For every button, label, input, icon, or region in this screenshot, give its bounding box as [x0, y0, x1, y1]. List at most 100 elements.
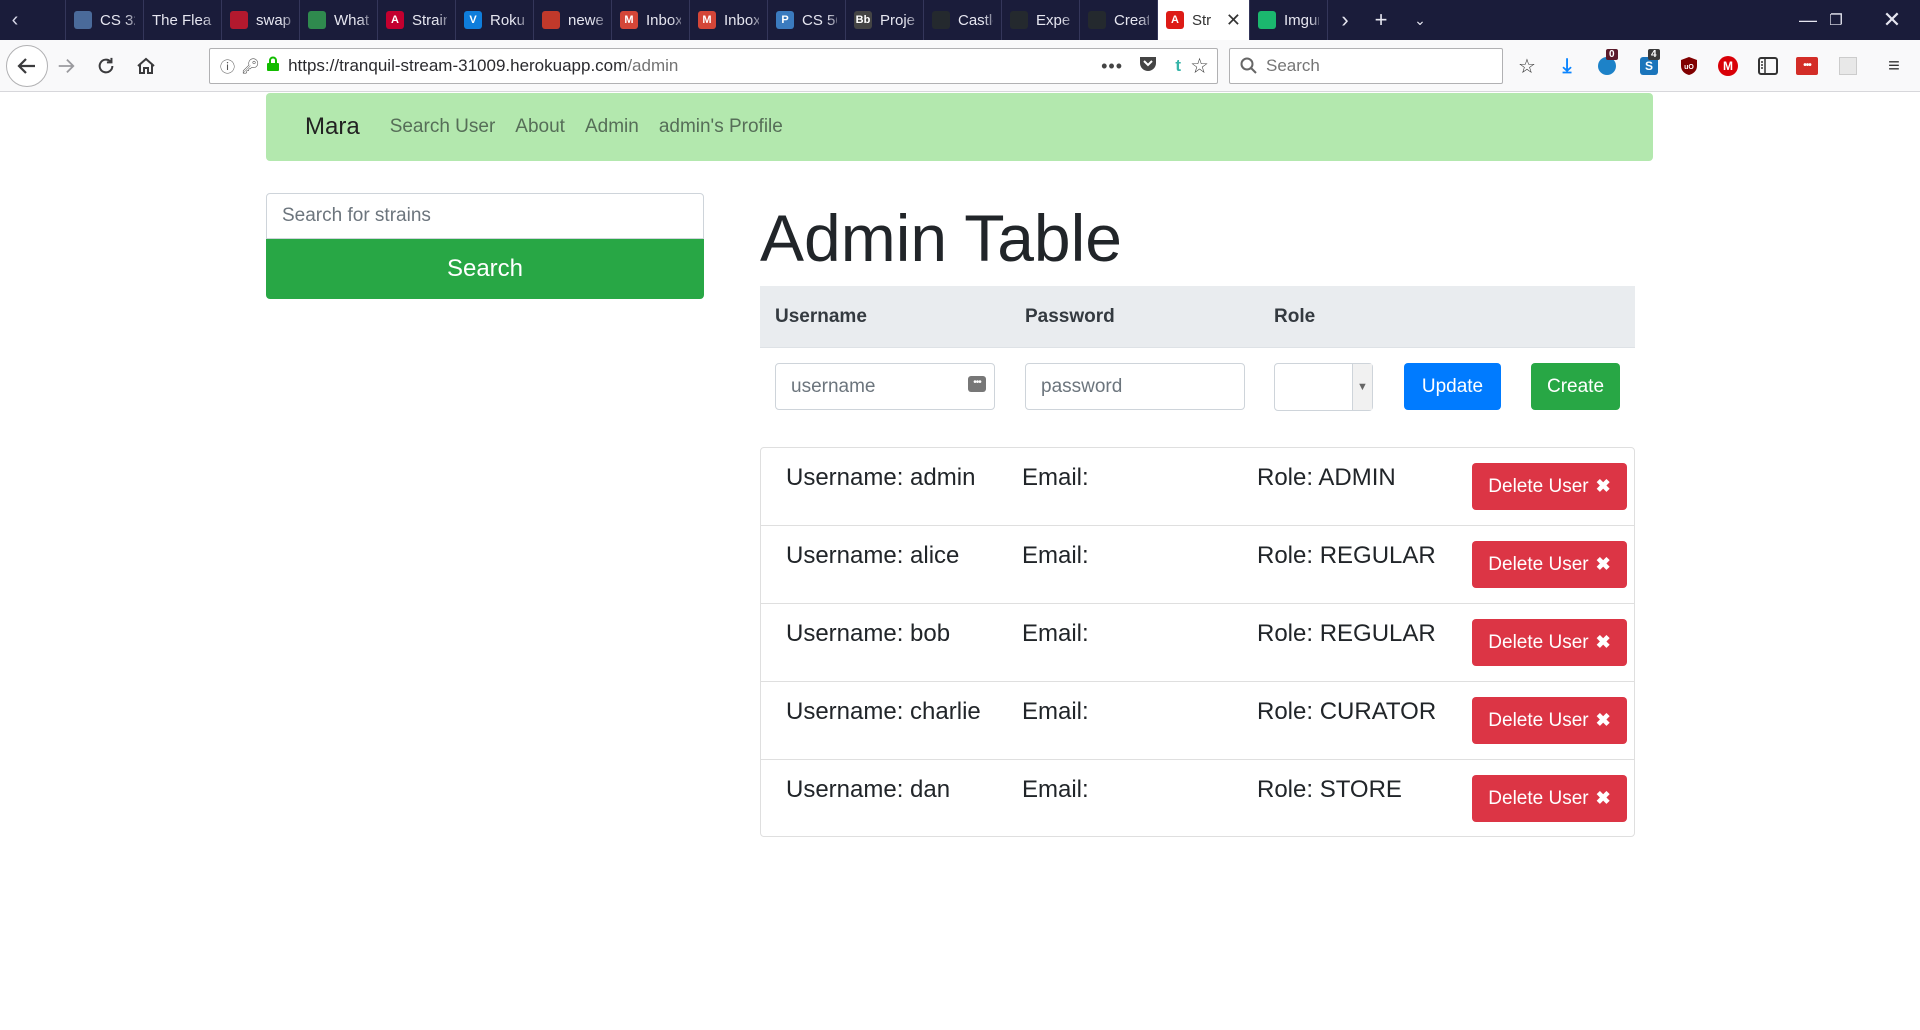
svg-text:uO: uO: [1684, 64, 1694, 71]
tab-scroll-right-icon[interactable]: ›: [1328, 0, 1362, 40]
nav-link-admin[interactable]: Admin: [585, 116, 639, 138]
close-window-icon[interactable]: ✕: [1864, 0, 1920, 40]
new-tab-icon[interactable]: +: [1362, 0, 1400, 40]
user-role: Role: REGULAR: [1257, 542, 1436, 569]
tab-list: dit CS 320 The Flea at swapfi Whats A Strain VR…: [30, 0, 1328, 40]
notifications-extension-icon[interactable]: 0: [1595, 49, 1619, 78]
delete-user-button[interactable]: Delete User ✖: [1472, 775, 1627, 822]
home-button[interactable]: [128, 48, 164, 84]
nav-link-profile[interactable]: admin's Profile: [659, 116, 783, 138]
user-email: Email:: [1022, 464, 1089, 491]
user-role: Role: STORE: [1257, 776, 1402, 803]
tab-favicon-icon: [308, 11, 326, 29]
delete-user-button[interactable]: Delete User ✖: [1472, 463, 1627, 510]
password-input[interactable]: [1025, 363, 1245, 410]
pocket-icon[interactable]: [1139, 55, 1157, 77]
tab-label: CS 561: [802, 11, 837, 29]
strain-search-input[interactable]: [266, 193, 704, 239]
mega-extension-icon[interactable]: M: [1716, 54, 1740, 78]
close-tab-icon[interactable]: ✕: [1220, 10, 1241, 31]
tab-favicon-icon: M: [620, 11, 638, 29]
browser-tab[interactable]: V Roku -: [456, 0, 534, 40]
tab-favicon-icon: [1258, 11, 1276, 29]
lock-icon[interactable]: [266, 56, 280, 77]
extension-icon[interactable]: [1836, 54, 1860, 78]
browser-tab[interactable]: M Inbox: [612, 0, 690, 40]
browser-tab[interactable]: Experi: [1002, 0, 1080, 40]
back-button[interactable]: [6, 45, 48, 87]
header-username: Username: [775, 306, 867, 327]
social-extension-icon[interactable]: S 4: [1637, 49, 1661, 78]
tab-favicon-icon: Bb: [854, 11, 872, 29]
forward-button[interactable]: [48, 48, 84, 84]
site-info-icon[interactable]: ⓘ: [220, 56, 235, 77]
user-row: Username: bob Email: Role: REGULAR Delet…: [761, 604, 1634, 682]
browser-tab[interactable]: Bb Projec: [846, 0, 924, 40]
tab-scroll-left-icon[interactable]: ‹: [0, 0, 30, 40]
sidebar-toggle-icon[interactable]: [1756, 54, 1780, 78]
header-password: Password: [1025, 306, 1115, 327]
downloads-icon[interactable]: ⤓: [1555, 54, 1579, 78]
user-row: Username: alice Email: Role: REGULAR Del…: [761, 526, 1634, 604]
browser-tab[interactable]: The Flea at: [144, 0, 222, 40]
password-manager-icon[interactable]: •••: [968, 376, 986, 392]
restore-icon[interactable]: ❐: [1808, 0, 1864, 40]
update-button[interactable]: Update: [1404, 363, 1501, 410]
brand-logo[interactable]: Mara: [305, 113, 360, 141]
nav-link-about[interactable]: About: [515, 116, 565, 138]
tumblr-share-icon[interactable]: t: [1175, 56, 1181, 76]
tab-label: Inbox: [724, 11, 759, 29]
browser-tab[interactable]: CS 320: [66, 0, 144, 40]
url-text[interactable]: https://tranquil-stream-31009.herokuapp.…: [288, 56, 678, 76]
tab-favicon-icon: [230, 11, 248, 29]
social-badge: 4: [1648, 49, 1660, 60]
menu-icon[interactable]: ≡: [1882, 54, 1906, 78]
close-icon: ✖: [1595, 632, 1611, 652]
browser-tab[interactable]: Create: [1080, 0, 1158, 40]
close-icon: ✖: [1595, 710, 1611, 730]
key-icon[interactable]: 🔑︎: [241, 57, 260, 75]
browser-tab[interactable]: Castle: [924, 0, 1002, 40]
home-icon: [137, 57, 155, 74]
role-select[interactable]: ▼: [1274, 363, 1373, 411]
user-row: Username: charlie Email: Role: CURATOR D…: [761, 682, 1634, 760]
nav-link-search-user[interactable]: Search User: [390, 116, 496, 138]
tab-favicon-icon: [1088, 11, 1106, 29]
browser-tab[interactable]: A Str ✕: [1158, 0, 1250, 40]
strain-search-button[interactable]: Search: [266, 239, 704, 299]
tab-favicon-icon: M: [698, 11, 716, 29]
browser-tab[interactable]: M Inbox: [690, 0, 768, 40]
browser-tab[interactable]: Imgur: [1250, 0, 1328, 40]
browser-tab[interactable]: P CS 561: [768, 0, 846, 40]
delete-user-label: Delete User: [1488, 631, 1589, 653]
create-button[interactable]: Create: [1531, 363, 1620, 410]
delete-user-button[interactable]: Delete User ✖: [1472, 619, 1627, 666]
browser-tab[interactable]: newes: [534, 0, 612, 40]
lastpass-icon[interactable]: •••: [1795, 54, 1819, 78]
search-icon: [1240, 57, 1257, 74]
delete-user-label: Delete User: [1488, 787, 1589, 809]
browser-tab[interactable]: dit: [30, 0, 66, 40]
browser-tab[interactable]: A Strain: [378, 0, 456, 40]
page-actions-icon[interactable]: •••: [1101, 56, 1123, 77]
browser-search-input[interactable]: [1266, 56, 1486, 76]
ublock-icon[interactable]: uO: [1677, 54, 1701, 78]
tab-favicon-icon: [74, 11, 92, 29]
browser-search-bar[interactable]: [1229, 48, 1503, 84]
delete-user-button[interactable]: Delete User ✖: [1472, 697, 1627, 744]
tab-label: Castle: [958, 11, 993, 29]
user-role: Role: ADMIN: [1257, 464, 1396, 491]
user-username: Username: admin: [786, 464, 976, 491]
browser-tab[interactable]: swapfi: [222, 0, 300, 40]
reload-button[interactable]: [88, 48, 124, 84]
url-bar[interactable]: ⓘ 🔑︎ https://tranquil-stream-31009.herok…: [209, 48, 1218, 84]
user-username: Username: bob: [786, 620, 951, 647]
close-icon: ✖: [1595, 476, 1611, 496]
tab-label: Imgur: [1284, 11, 1319, 29]
username-input[interactable]: [775, 363, 995, 410]
tab-list-dropdown-icon[interactable]: ⌄: [1400, 0, 1440, 40]
delete-user-button[interactable]: Delete User ✖: [1472, 541, 1627, 588]
bookmarks-icon[interactable]: ☆: [1515, 54, 1539, 78]
browser-tab[interactable]: Whats: [300, 0, 378, 40]
bookmark-star-icon[interactable]: ☆: [1190, 54, 1209, 79]
